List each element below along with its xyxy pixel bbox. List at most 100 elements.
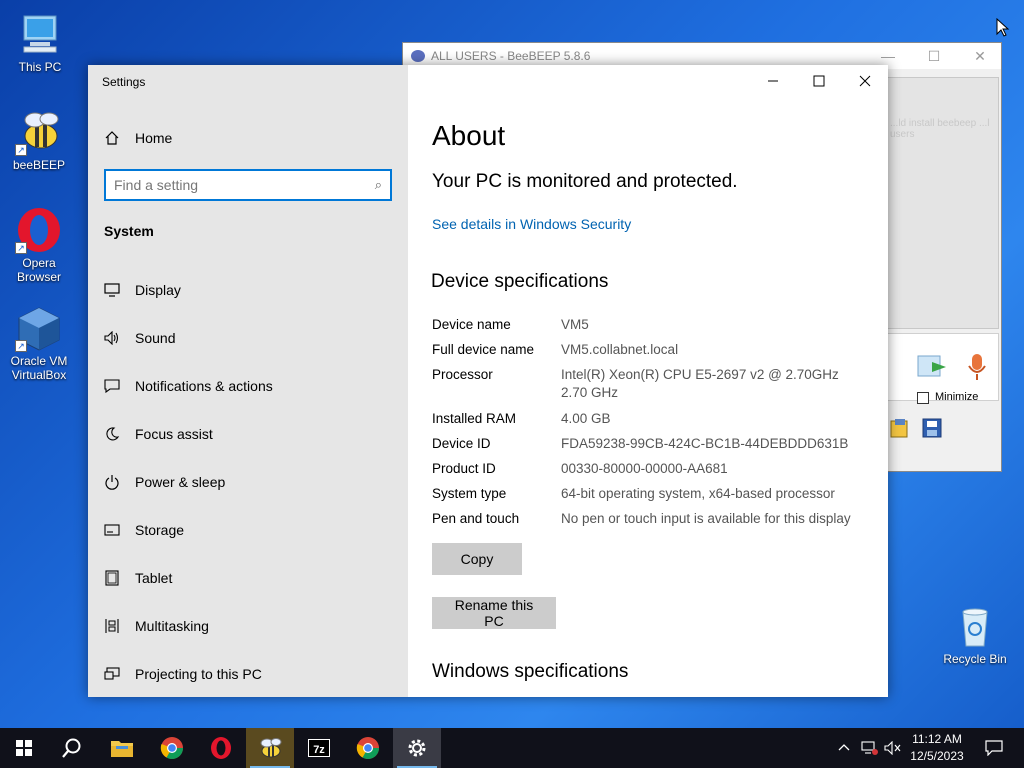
beebeep-close-icon[interactable]: ✕ — [957, 43, 1003, 69]
spec-value: 00330-80000-00000-AA681 — [561, 461, 728, 476]
network-icon[interactable] — [860, 741, 878, 755]
clock-date: 12/5/2023 — [910, 749, 964, 763]
display-icon — [102, 280, 122, 300]
mouse-cursor-icon — [996, 18, 1010, 37]
start-button[interactable] — [0, 728, 48, 768]
beebeep-chat-panel: ...ld install beebeep ...l users — [887, 77, 999, 329]
minimize-icon — [768, 80, 778, 82]
close-button[interactable] — [842, 65, 888, 97]
nav-item-label: Multitasking — [135, 618, 209, 634]
desktop-icon-label: Recycle Bin — [943, 652, 1007, 666]
minimize-checkbox[interactable] — [917, 392, 929, 404]
search-icon — [62, 738, 81, 758]
taskbar-opera[interactable] — [197, 728, 245, 768]
nav-item-storage[interactable]: Storage — [102, 518, 184, 542]
spec-value: FDA59238-99CB-424C-BC1B-44DEBDDD631B — [561, 436, 849, 451]
spec-value-line2: 2.70 GHz — [561, 385, 619, 400]
search-icon[interactable]: ⌕ — [375, 177, 382, 193]
settings-window[interactable]: Settings Home ⌕ System Display Sound Not… — [88, 65, 888, 697]
desktop-icon-virtualbox[interactable]: ↗ Oracle VM VirtualBox — [1, 304, 77, 382]
nav-item-tablet[interactable]: Tablet — [102, 566, 172, 590]
desktop-icon-beebeep[interactable]: ↗ beeBEEP — [1, 108, 77, 172]
spec-value: Intel(R) Xeon(R) CPU E5-2697 v2 @ 2.70GH… — [561, 367, 839, 382]
desktop-icon-label: Opera Browser — [16, 256, 61, 284]
desktop-icon-opera[interactable]: ↗ Opera Browser — [1, 206, 77, 284]
taskbar-beebeep[interactable] — [246, 728, 294, 768]
notifications-icon — [102, 376, 122, 396]
taskbar-file-explorer[interactable] — [98, 728, 146, 768]
protection-status: Your PC is monitored and protected. — [432, 171, 738, 192]
nav-item-label: Notifications & actions — [135, 378, 273, 394]
spec-row: Pen and touch No pen or touch input is a… — [432, 510, 882, 528]
nav-home-label: Home — [135, 130, 173, 146]
taskbar-7zip[interactable]: 7z — [295, 728, 343, 768]
folder-icon — [111, 741, 133, 757]
desktop-icon-recycle-bin[interactable]: Recycle Bin — [938, 602, 1012, 666]
nav-item-notifications[interactable]: Notifications & actions — [102, 374, 273, 398]
nav-item-multitasking[interactable]: Multitasking — [102, 614, 209, 638]
send-file-icon[interactable] — [916, 354, 950, 380]
tools-icon[interactable] — [889, 417, 911, 439]
action-center-button[interactable] — [970, 728, 1018, 768]
taskbar-settings[interactable] — [393, 728, 441, 768]
beebeep-title: ALL USERS - BeeBEEP 5.8.6 — [431, 49, 591, 63]
nav-item-power-sleep[interactable]: Power & sleep — [102, 470, 225, 494]
settings-sidebar: Settings Home ⌕ System Display Sound Not… — [88, 65, 408, 697]
spec-row: Processor Intel(R) Xeon(R) CPU E5-2697 v… — [432, 366, 882, 402]
nav-item-label: Display — [135, 282, 181, 298]
nav-item-display[interactable]: Display — [102, 278, 181, 302]
taskbar-chrome-2[interactable] — [344, 728, 392, 768]
nav-item-label: Storage — [135, 522, 185, 538]
rename-pc-button[interactable]: Rename this PC — [432, 597, 556, 629]
microphone-icon[interactable] — [966, 352, 988, 382]
system-tray — [838, 728, 902, 768]
bee-icon — [260, 738, 282, 758]
beebeep-maximize-icon[interactable]: ☐ — [911, 43, 957, 69]
storage-icon — [102, 520, 122, 540]
volume-muted-icon[interactable] — [884, 741, 902, 755]
shortcut-arrow-icon: ↗ — [15, 144, 27, 156]
projecting-icon — [102, 664, 122, 684]
spec-key: Product ID — [432, 461, 496, 476]
spec-key: Installed RAM — [432, 411, 517, 426]
beebeep-logo-icon — [411, 50, 425, 62]
beebeep-panel-hint: ...ld install beebeep ...l users — [890, 118, 990, 140]
settings-search-input[interactable] — [114, 177, 375, 193]
7zip-icon: 7z — [308, 739, 330, 757]
chevron-up-icon[interactable] — [838, 742, 850, 754]
nav-item-label: Power & sleep — [135, 474, 226, 490]
spec-value: No pen or touch input is available for t… — [561, 511, 851, 526]
nav-item-label: Focus assist — [135, 426, 213, 442]
nav-item-sound[interactable]: Sound — [102, 326, 175, 350]
settings-search-box[interactable]: ⌕ — [104, 169, 392, 201]
windows-specifications-heading: Windows specifications — [432, 661, 629, 682]
nav-item-label: Tablet — [135, 570, 173, 586]
nav-home[interactable]: Home — [102, 126, 172, 150]
opera-icon — [211, 737, 231, 759]
settings-window-title: Settings — [102, 75, 146, 89]
computer-icon — [16, 10, 64, 58]
copy-button[interactable]: Copy — [432, 543, 522, 575]
spec-key: Processor — [432, 367, 493, 382]
minimize-button[interactable] — [750, 65, 796, 97]
taskbar-clock[interactable]: 11:12 AM 12/5/2023 — [908, 731, 966, 765]
desktop-icon-this-pc[interactable]: This PC — [2, 10, 78, 74]
nav-item-projecting[interactable]: Projecting to this PC — [102, 662, 262, 686]
taskbar-search-button[interactable] — [48, 728, 96, 768]
nav-item-focus-assist[interactable]: Focus assist — [102, 422, 213, 446]
save-icon[interactable] — [921, 417, 943, 439]
windows-security-link[interactable]: See details in Windows Security — [432, 216, 631, 232]
spec-row: System type 64-bit operating system, x64… — [432, 485, 882, 503]
taskbar-chrome[interactable] — [148, 728, 196, 768]
maximize-button[interactable] — [796, 65, 842, 97]
spec-value: VM5 — [561, 317, 589, 332]
spec-value: VM5.collabnet.local — [561, 342, 679, 357]
bee-icon: ↗ — [15, 108, 63, 156]
spec-key: System type — [432, 486, 507, 501]
chrome-icon — [160, 737, 183, 759]
gear-icon — [408, 739, 426, 757]
moon-icon — [102, 424, 122, 444]
clock-time: 11:12 AM — [912, 732, 962, 746]
desktop-icon-label: beeBEEP — [12, 158, 66, 172]
home-icon — [102, 128, 122, 148]
